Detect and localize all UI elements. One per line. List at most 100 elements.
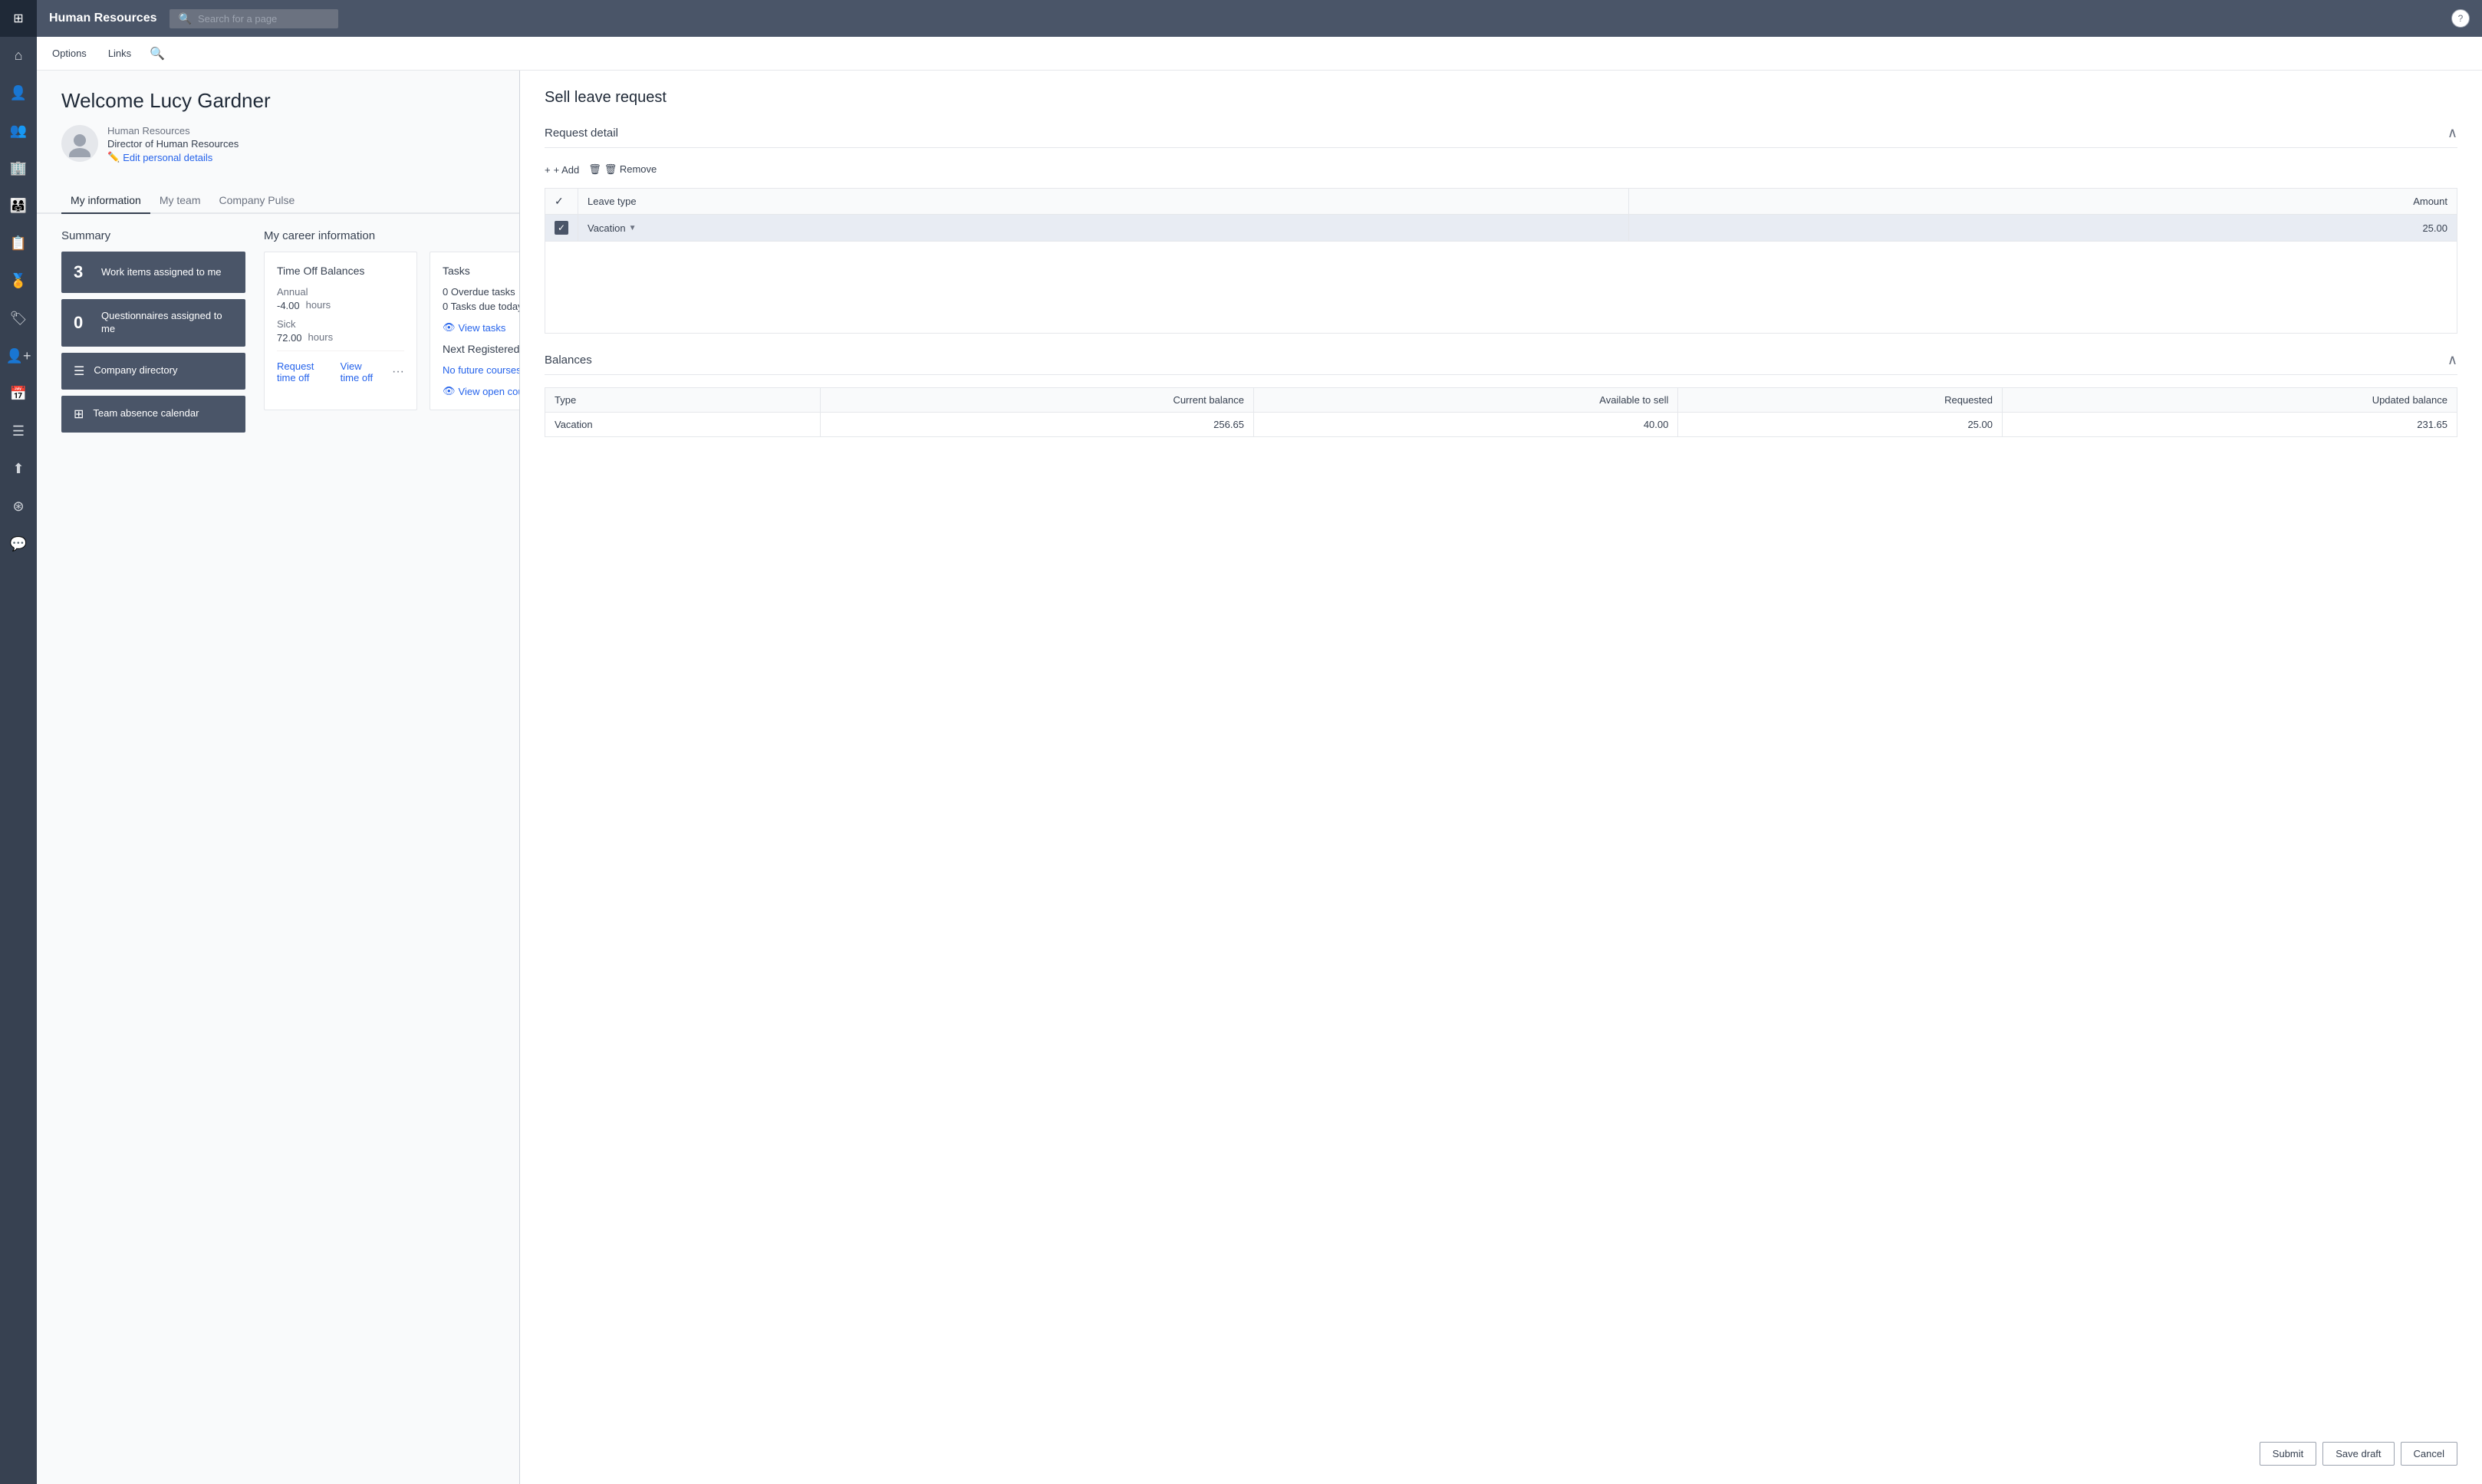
- request-detail-title: Request detail: [545, 127, 618, 140]
- nav-team-icon[interactable]: 👥: [0, 112, 37, 150]
- plus-icon: +: [545, 164, 551, 176]
- nav-app-icon[interactable]: ⊞: [0, 0, 37, 37]
- time-off-title: Time Off Balances: [277, 265, 404, 277]
- collapse-balances-btn[interactable]: ∧: [2447, 352, 2457, 368]
- collapse-request-btn[interactable]: ∧: [2447, 125, 2457, 141]
- search-input[interactable]: [198, 13, 321, 25]
- annual-label: Annual: [277, 286, 404, 298]
- summary-section: Summary 3 Work items assigned to me 0 Qu…: [61, 229, 245, 439]
- cancel-button[interactable]: Cancel: [2401, 1442, 2457, 1466]
- balance-type: Vacation: [545, 413, 821, 437]
- sick-unit: hours: [308, 331, 334, 343]
- balances-col-type: Type: [545, 388, 821, 413]
- col-amount-header: Amount: [1629, 189, 2457, 215]
- subnav-links[interactable]: Links: [105, 37, 134, 71]
- nav-org-icon[interactable]: 🏢: [0, 150, 37, 187]
- nav-hierarchy-icon[interactable]: ⊛: [0, 488, 37, 525]
- dropdown-arrow-icon: ▼: [629, 224, 637, 232]
- course-section: Next Registered Course No future courses…: [443, 343, 520, 397]
- annual-value: -4.00: [277, 300, 300, 311]
- add-row-button[interactable]: + + Add: [545, 160, 579, 179]
- row-amount[interactable]: 25.00: [1629, 215, 2457, 242]
- trash-icon: 🗑: [588, 163, 601, 176]
- nav-group-icon[interactable]: 👨‍👩‍👧: [0, 187, 37, 225]
- page-content: Summary 3 Work items assigned to me 0 Qu…: [37, 214, 519, 454]
- summary-company-directory[interactable]: ☰ Company directory: [61, 353, 245, 390]
- subnav-options[interactable]: Options: [49, 37, 90, 71]
- tasks-due-today: 0 Tasks due today: [443, 301, 520, 312]
- eye-courses-icon: 👁: [443, 385, 456, 397]
- balance-updated: 231.65: [2003, 413, 2457, 437]
- search-box[interactable]: 🔍: [170, 9, 338, 28]
- career-title: My career information: [264, 229, 520, 242]
- bottom-actions: Submit Save draft Cancel: [2260, 1442, 2457, 1466]
- balances-col-updated: Updated balance: [2003, 388, 2457, 413]
- main-container: Human Resources 🔍 Options Links 🔍 Welcom…: [37, 0, 2482, 1484]
- view-courses-link[interactable]: 👁 View open courses: [443, 385, 520, 397]
- balances-col-requested: Requested: [1678, 388, 2003, 413]
- balance-requested: 25.00: [1678, 413, 2003, 437]
- balances-col-available: Available to sell: [1253, 388, 1677, 413]
- save-draft-button[interactable]: Save draft: [2322, 1442, 2394, 1466]
- company-directory-icon: ☰: [74, 364, 84, 379]
- row-check-cell[interactable]: ✓: [545, 215, 578, 242]
- edit-personal-details-link[interactable]: ✏️ Edit personal details: [107, 151, 239, 163]
- col-leave-type-header: Leave type: [578, 189, 1629, 215]
- panel-title: Sell leave request: [545, 89, 2457, 107]
- time-off-links: Request time off View time off ···: [277, 350, 404, 383]
- left-nav: ⊞ ⌂ 👤 👥 🏢 👨‍👩‍👧 📋 🏅 🏷 👤+ 📅 ☰ ⬆ ⊛ 💬: [0, 0, 37, 1484]
- nav-chat-icon[interactable]: 💬: [0, 525, 37, 563]
- row-leave-type[interactable]: Vacation ▼: [578, 215, 1629, 242]
- left-panel: Welcome Lucy Gardner Human Resources Dir…: [37, 71, 520, 1484]
- sick-balance-row: Sick 72.00 hours: [277, 318, 404, 344]
- tasks-title: Tasks: [443, 265, 520, 277]
- work-items-label: Work items assigned to me: [101, 266, 222, 279]
- submit-button[interactable]: Submit: [2260, 1442, 2316, 1466]
- col-check: ✓: [545, 189, 578, 215]
- summary-questionnaires[interactable]: 0 Questionnaires assigned to me: [61, 299, 245, 347]
- check-all-icon[interactable]: ✓: [555, 195, 564, 207]
- nav-people-icon[interactable]: 👤: [0, 74, 37, 112]
- summary-work-items[interactable]: 3 Work items assigned to me: [61, 252, 245, 293]
- nav-upload-icon[interactable]: ⬆: [0, 450, 37, 488]
- tab-my-team[interactable]: My team: [150, 188, 210, 214]
- row-check-icon: ✓: [555, 221, 568, 235]
- questionnaires-label: Questionnaires assigned to me: [101, 310, 233, 336]
- tab-company-pulse[interactable]: Company Pulse: [210, 188, 304, 214]
- remove-row-button[interactable]: 🗑 🗑 Remove: [588, 160, 657, 179]
- team-absence-icon: ⊞: [74, 406, 84, 422]
- tasks-card: Tasks 0 Overdue tasks 0 Tasks due today …: [430, 252, 520, 410]
- subnav-search-icon[interactable]: 🔍: [150, 46, 165, 61]
- table-row[interactable]: ✓ Vacation ▼ 25.00: [545, 215, 2457, 242]
- annual-balance-row: Annual -4.00 hours: [277, 286, 404, 312]
- user-department: Human Resources: [107, 125, 239, 137]
- nav-award-icon[interactable]: 🏅: [0, 262, 37, 300]
- nav-list-icon[interactable]: ☰: [0, 413, 37, 450]
- content-area: Welcome Lucy Gardner Human Resources Dir…: [37, 71, 2482, 1484]
- career-section: My career information Time Off Balances …: [264, 229, 520, 439]
- welcome-section: Welcome Lucy Gardner Human Resources Dir…: [37, 71, 519, 188]
- view-time-off-link[interactable]: View time off: [341, 360, 383, 383]
- annual-unit: hours: [306, 299, 331, 311]
- search-icon: 🔍: [179, 12, 192, 25]
- time-off-card: Time Off Balances Annual -4.00 hours Sic…: [264, 252, 417, 410]
- sub-nav: Options Links 🔍: [37, 37, 2482, 71]
- tabs: My information My team Company Pulse: [37, 188, 519, 214]
- right-panel: ? Sell leave request Request detail ∧ + …: [520, 71, 2482, 1484]
- view-tasks-link[interactable]: 👁 View tasks: [443, 321, 520, 334]
- tab-my-information[interactable]: My information: [61, 188, 150, 214]
- nav-home-icon[interactable]: ⌂: [0, 37, 37, 74]
- no-courses-label[interactable]: No future courses scheduled: [443, 364, 520, 376]
- nav-document-icon[interactable]: 📋: [0, 225, 37, 262]
- request-time-off-link[interactable]: Request time off: [277, 360, 331, 383]
- career-grid: Time Off Balances Annual -4.00 hours Sic…: [264, 252, 520, 410]
- time-off-more-btn[interactable]: ···: [392, 365, 404, 379]
- balances-table: Type Current balance Available to sell R…: [545, 387, 2457, 437]
- balances-title: Balances: [545, 354, 592, 367]
- team-absence-label: Team absence calendar: [93, 407, 199, 420]
- nav-calendar-icon[interactable]: 📅: [0, 375, 37, 413]
- nav-badge-icon[interactable]: 🏷: [0, 300, 37, 337]
- user-profile: Human Resources Director of Human Resour…: [61, 125, 495, 163]
- nav-add-person-icon[interactable]: 👤+: [0, 337, 37, 375]
- summary-team-absence[interactable]: ⊞ Team absence calendar: [61, 396, 245, 433]
